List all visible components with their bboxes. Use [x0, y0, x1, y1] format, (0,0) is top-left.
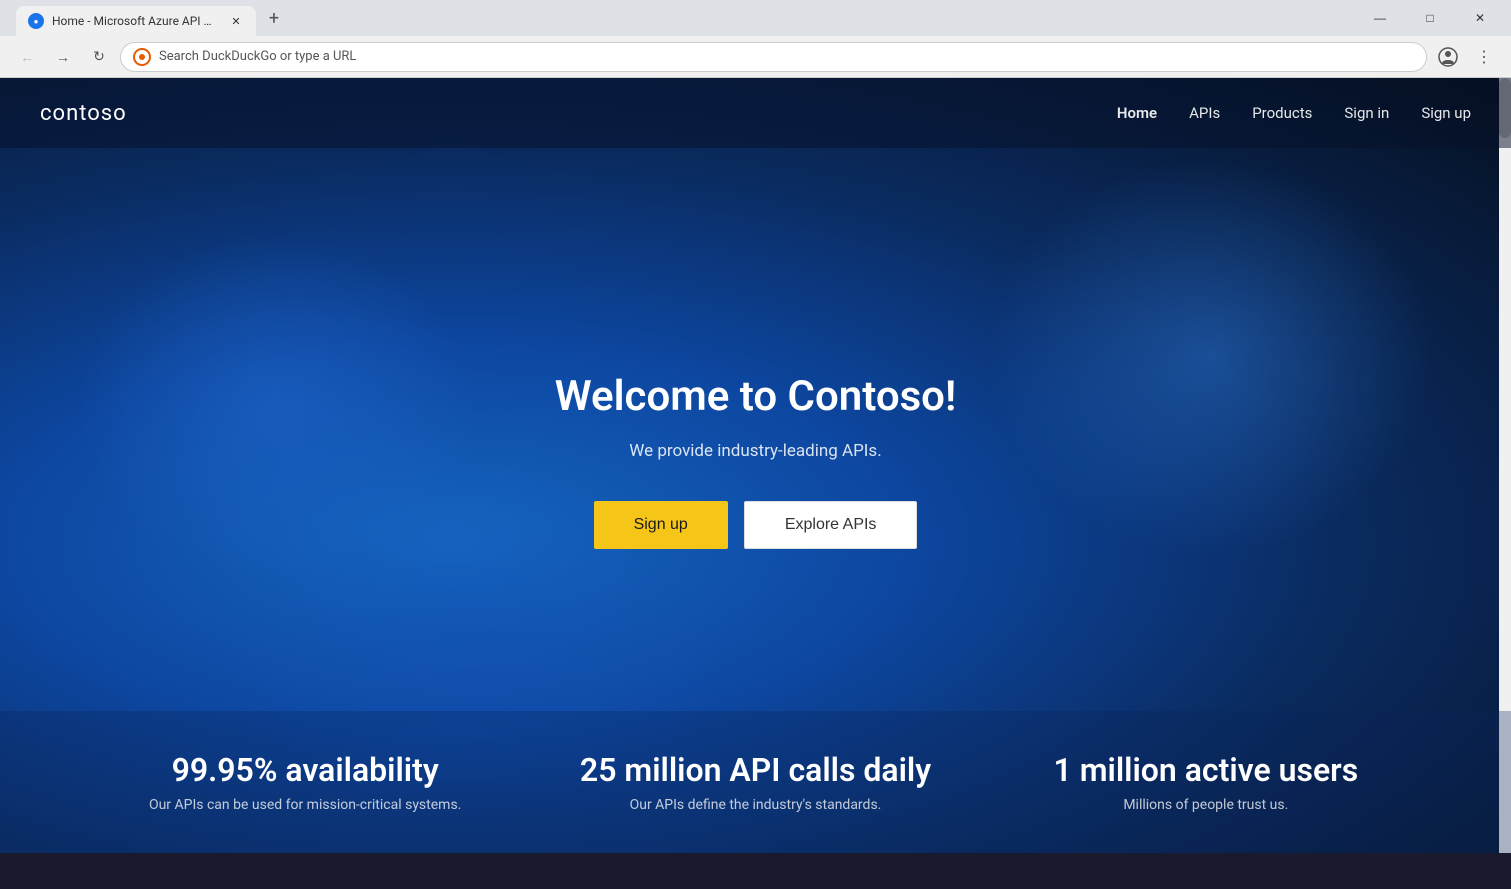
- tab-title: Home - Microsoft Azure API Mar: [52, 14, 220, 28]
- active-tab[interactable]: ● Home - Microsoft Azure API Mar ✕: [16, 6, 256, 36]
- nav-links: Home APIs Products Sign in Sign up: [1117, 104, 1471, 122]
- stats-section: 99.95% availability Our APIs can be used…: [0, 711, 1511, 853]
- back-button[interactable]: ←: [12, 42, 42, 72]
- hero-subtitle: We provide industry-leading APIs.: [629, 441, 881, 461]
- stat-api-calls-number: 25 million API calls daily: [530, 751, 980, 789]
- tab-favicon: ●: [28, 13, 44, 29]
- site-logo: contoso: [40, 101, 127, 126]
- address-text: Search DuckDuckGo or type a URL: [159, 49, 1414, 64]
- hero-section: contoso Home APIs Products Sign in Sign …: [0, 78, 1511, 853]
- tab-bar: ● Home - Microsoft Azure API Mar ✕ +: [8, 0, 1353, 36]
- navigation-bar: contoso Home APIs Products Sign in Sign …: [0, 78, 1511, 148]
- refresh-button[interactable]: ↻: [84, 42, 114, 72]
- stat-availability-number: 99.95% availability: [80, 751, 530, 789]
- stat-api-calls-desc: Our APIs define the industry's standards…: [530, 797, 980, 813]
- stat-active-users: 1 million active users Millions of peopl…: [981, 751, 1431, 813]
- stat-availability-desc: Our APIs can be used for mission-critica…: [80, 797, 530, 813]
- address-favicon: [133, 48, 151, 66]
- hero-title: Welcome to Contoso!: [555, 372, 956, 421]
- nav-apis[interactable]: APIs: [1189, 104, 1220, 122]
- minimize-button[interactable]: —: [1357, 2, 1403, 34]
- title-bar: ● Home - Microsoft Azure API Mar ✕ + — □…: [0, 0, 1511, 36]
- close-button[interactable]: ✕: [1457, 2, 1503, 34]
- window-controls: — □ ✕: [1357, 2, 1503, 34]
- stat-api-calls: 25 million API calls daily Our APIs defi…: [530, 751, 980, 813]
- stat-availability: 99.95% availability Our APIs can be used…: [80, 751, 530, 813]
- nav-home[interactable]: Home: [1117, 104, 1157, 122]
- forward-button[interactable]: →: [48, 42, 78, 72]
- website-content: contoso Home APIs Products Sign in Sign …: [0, 78, 1511, 853]
- stat-users-number: 1 million active users: [981, 751, 1431, 789]
- nav-signin[interactable]: Sign in: [1344, 104, 1389, 122]
- nav-products[interactable]: Products: [1252, 104, 1312, 122]
- menu-button[interactable]: ⋮: [1469, 42, 1499, 72]
- profile-button[interactable]: [1433, 42, 1463, 72]
- new-tab-button[interactable]: +: [260, 4, 288, 32]
- stat-users-desc: Millions of people trust us.: [981, 797, 1431, 813]
- toolbar: ← → ↻ Search DuckDuckGo or type a URL ⋮: [0, 36, 1511, 78]
- address-bar[interactable]: Search DuckDuckGo or type a URL: [120, 42, 1427, 72]
- maximize-button[interactable]: □: [1407, 2, 1453, 34]
- signup-button[interactable]: Sign up: [594, 501, 728, 549]
- tab-close-button[interactable]: ✕: [228, 13, 244, 29]
- nav-signup[interactable]: Sign up: [1421, 104, 1471, 122]
- hero-buttons: Sign up Explore APIs: [594, 501, 918, 549]
- explore-apis-button[interactable]: Explore APIs: [744, 501, 918, 549]
- browser-chrome: ● Home - Microsoft Azure API Mar ✕ + — □…: [0, 0, 1511, 78]
